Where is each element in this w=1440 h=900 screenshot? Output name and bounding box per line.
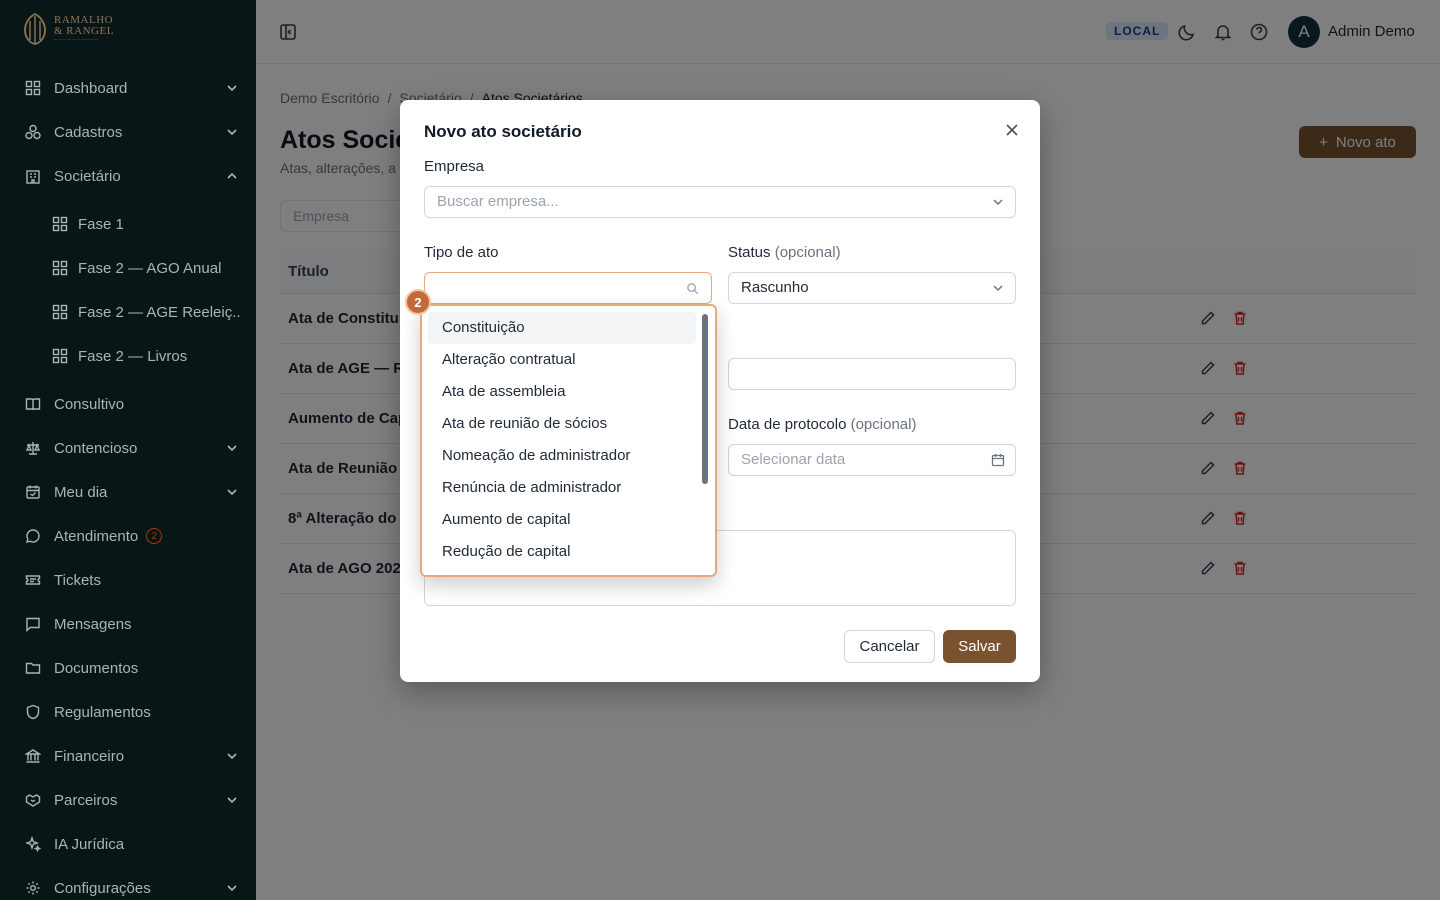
sidebar-backdrop xyxy=(0,0,256,900)
status-label: Status (opcional) xyxy=(728,244,841,261)
save-button[interactable]: Salvar xyxy=(943,630,1016,663)
optional-hint: (opcional) xyxy=(774,244,841,261)
act-type-label: Tipo de ato xyxy=(424,244,499,261)
dropdown-option[interactable]: Redução de capital xyxy=(428,536,696,568)
act-type-dropdown: Constituição Alteração contratual Ata de… xyxy=(420,304,717,577)
title-input[interactable] xyxy=(728,358,1016,390)
protocol-date-picker[interactable]: Selecionar data xyxy=(728,444,1016,476)
company-select[interactable]: Buscar empresa... xyxy=(424,186,1016,218)
search-icon xyxy=(687,283,699,295)
dropdown-option[interactable]: Ata de reunião de sócios xyxy=(428,408,696,440)
chevron-down-icon xyxy=(993,285,1003,292)
dropdown-option[interactable]: Constituição xyxy=(428,312,696,344)
dropdown-scrollbar[interactable] xyxy=(702,314,708,484)
step-marker-badge: 2 xyxy=(405,289,431,315)
date-placeholder: Selecionar data xyxy=(741,451,846,468)
protocol-date-label-text: Data de protocolo xyxy=(728,416,847,433)
act-type-search-input[interactable] xyxy=(424,272,712,304)
chevron-down-icon xyxy=(993,199,1003,206)
close-icon[interactable] xyxy=(1002,120,1022,140)
optional-hint: (opcional) xyxy=(850,416,917,433)
dialog-title: Novo ato societário xyxy=(424,122,582,141)
company-label: Empresa xyxy=(424,158,485,175)
dropdown-option[interactable]: Ata de assembleia xyxy=(428,376,696,408)
company-placeholder: Buscar empresa... xyxy=(437,193,559,210)
protocol-date-label: Data de protocolo (opcional) xyxy=(728,416,916,433)
dropdown-option[interactable]: Aumento de capital xyxy=(428,504,696,536)
calendar-icon xyxy=(991,454,1005,467)
dropdown-option[interactable]: Alteração contratual xyxy=(428,344,696,376)
status-value: Rascunho xyxy=(741,279,809,296)
dropdown-option[interactable]: Renúncia de administrador xyxy=(428,472,696,504)
status-select[interactable]: Rascunho xyxy=(728,272,1016,304)
cancel-button[interactable]: Cancelar xyxy=(844,630,935,663)
status-label-text: Status xyxy=(728,244,771,261)
dropdown-option[interactable]: Nomeação de administrador xyxy=(428,440,696,472)
